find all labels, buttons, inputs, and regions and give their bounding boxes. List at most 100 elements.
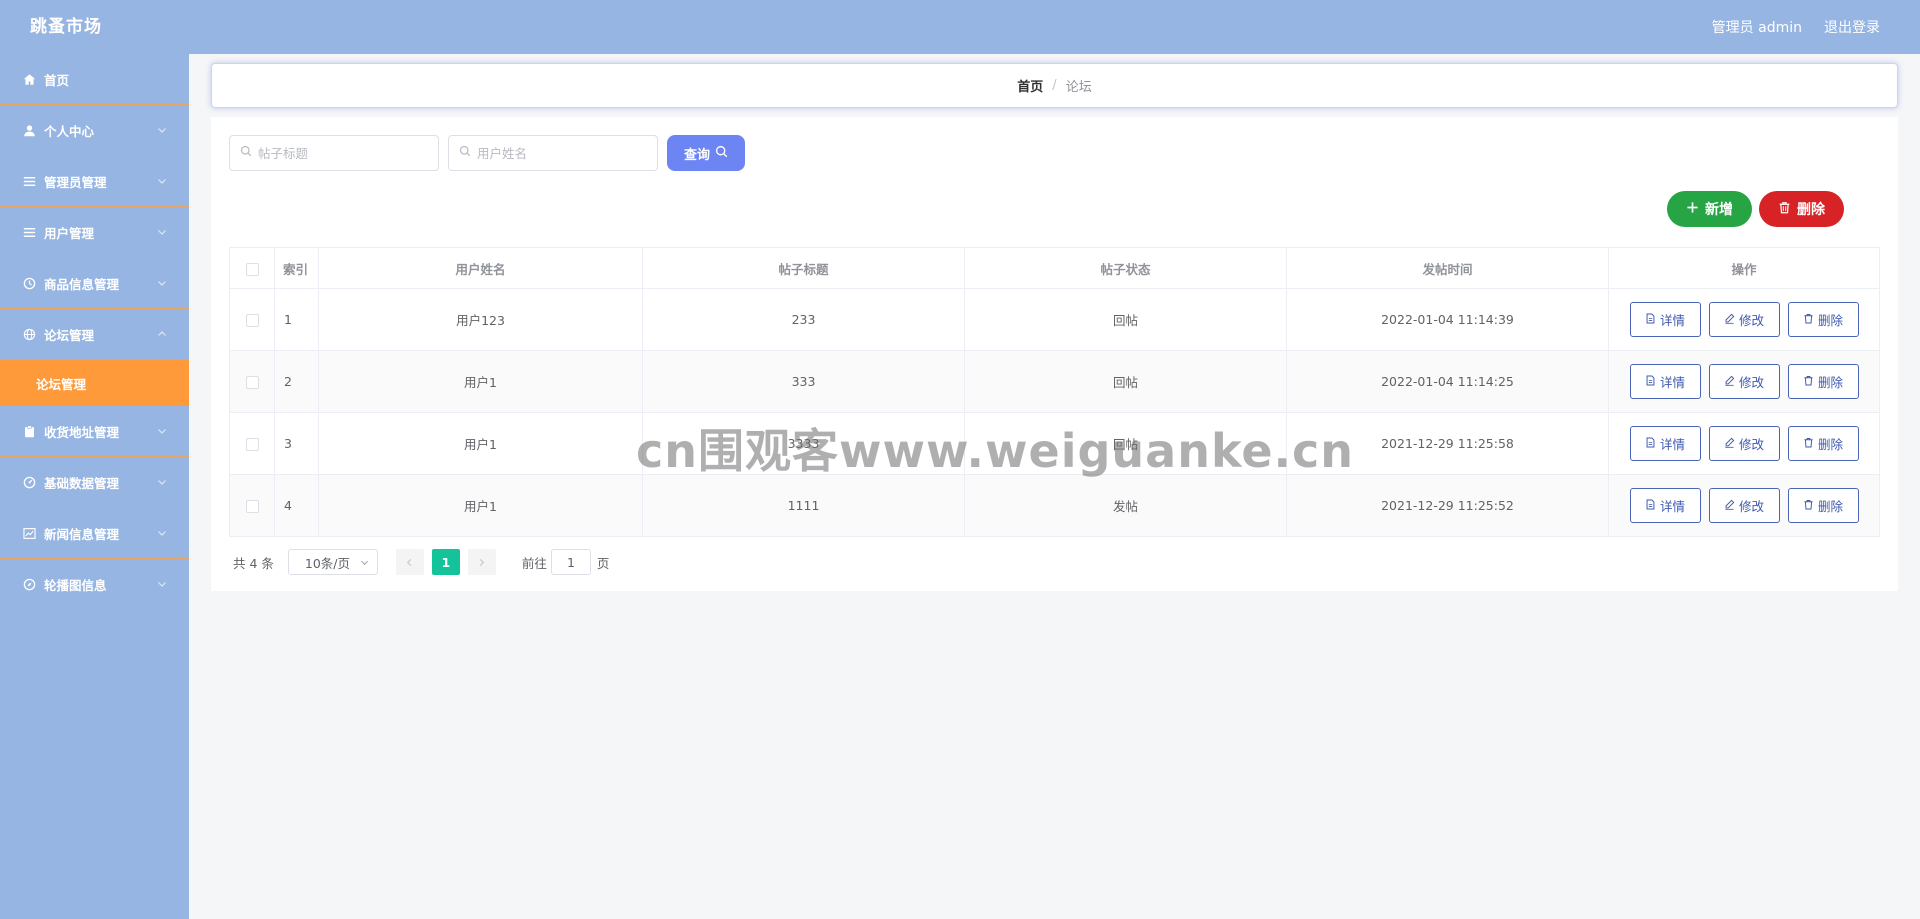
- cell-title: 233: [642, 288, 965, 351]
- admin-account-label[interactable]: 管理员 admin: [1712, 17, 1802, 37]
- chevron-down-icon: [155, 123, 169, 137]
- forum-table: 索引 用户姓名 帖子标题 帖子状态 发帖时间 操作 1 用户123 233 回帖…: [229, 247, 1880, 537]
- trash-icon: [1803, 436, 1814, 451]
- cell-status: 发帖: [964, 474, 1287, 537]
- prev-page-button[interactable]: [395, 549, 424, 575]
- sidebar-item-carousel-info[interactable]: 轮播图信息: [0, 559, 189, 610]
- detail-button[interactable]: 详情: [1629, 488, 1701, 523]
- cell-status: 回帖: [964, 350, 1287, 413]
- sidebar-item-user-mgmt[interactable]: 用户管理: [0, 207, 189, 258]
- column-header-ops: 操作: [1608, 247, 1880, 289]
- sidebar-item-label: 基础数据管理: [44, 475, 120, 491]
- edit-button[interactable]: 修改: [1708, 488, 1780, 523]
- chevron-down-icon: [155, 424, 169, 438]
- goto-page-input[interactable]: [550, 549, 591, 575]
- query-button[interactable]: 查询: [667, 135, 745, 171]
- goto-prefix: 前往: [521, 555, 547, 571]
- cell-user: 用户123: [318, 288, 643, 351]
- app-brand: 跳蚤市场: [30, 17, 102, 37]
- sidebar-item-base-data-mgmt[interactable]: 基础数据管理: [0, 457, 189, 508]
- column-header-user: 用户姓名: [318, 247, 643, 289]
- delete-button[interactable]: 删除: [1787, 302, 1859, 337]
- sidebar-item-label: 个人中心: [44, 123, 95, 139]
- row-checkbox[interactable]: [245, 438, 259, 451]
- breadcrumb: 首页 / 论坛: [211, 63, 1898, 108]
- next-page-button[interactable]: [467, 549, 496, 575]
- cell-time: 2022-01-04 11:14:39: [1286, 288, 1609, 351]
- sidebar-item-label: 新闻信息管理: [44, 526, 120, 542]
- cell-title: 1111: [642, 474, 965, 537]
- search-icon: [240, 145, 252, 161]
- add-button[interactable]: 新增: [1667, 191, 1752, 227]
- chart-icon: [22, 526, 36, 540]
- table-row: 3 用户1 3333 回帖 2021-12-29 11:25:58 详情 修改 …: [229, 412, 1880, 475]
- globe-icon: [22, 327, 36, 341]
- cell-ops: 详情 修改 删除: [1608, 412, 1880, 475]
- search-icon: [715, 145, 728, 162]
- edit-button-label: 修改: [1738, 313, 1764, 328]
- cell-time: 2021-12-29 11:25:58: [1286, 412, 1609, 475]
- select-all-checkbox[interactable]: [245, 262, 259, 276]
- cell-index: 2: [274, 350, 319, 413]
- delete-button[interactable]: 删除: [1787, 364, 1859, 399]
- batch-delete-button-label: 删除: [1797, 202, 1825, 218]
- edit-button[interactable]: 修改: [1708, 302, 1780, 337]
- row-select-cell: [229, 288, 275, 351]
- sidebar-subitem-forum[interactable]: 论坛管理: [0, 360, 189, 406]
- post-title-search-field[interactable]: [229, 135, 439, 171]
- delete-button[interactable]: 删除: [1787, 426, 1859, 461]
- user-name-search-input[interactable]: [477, 145, 647, 161]
- batch-delete-button[interactable]: 删除: [1759, 191, 1844, 227]
- chevron-down-icon: [155, 577, 169, 591]
- clipboard-icon: [22, 424, 36, 438]
- detail-button[interactable]: 详情: [1629, 302, 1701, 337]
- post-title-search-input[interactable]: [258, 145, 428, 161]
- home-icon: [22, 72, 36, 86]
- sidebar-item-goods-mgmt[interactable]: 商品信息管理: [0, 258, 189, 309]
- edit-button[interactable]: 修改: [1708, 364, 1780, 399]
- sidebar-item-address-mgmt[interactable]: 收货地址管理: [0, 406, 189, 457]
- detail-button[interactable]: 详情: [1629, 426, 1701, 461]
- header-user-area: 管理员 admin 退出登录: [1712, 0, 1880, 54]
- cell-status: 回帖: [964, 288, 1287, 351]
- table-row: 1 用户123 233 回帖 2022-01-04 11:14:39 详情 修改…: [229, 288, 1880, 351]
- user-name-search-field[interactable]: [448, 135, 658, 171]
- edit-button-label: 修改: [1738, 499, 1764, 514]
- trash-icon: [1778, 201, 1791, 218]
- sidebar-item-admin-mgmt[interactable]: 管理员管理: [0, 156, 189, 207]
- sidebar-item-home[interactable]: 首页: [0, 54, 189, 105]
- cell-index: 3: [274, 412, 319, 475]
- sidebar-item-label: 用户管理: [44, 225, 95, 241]
- document-icon: [1645, 436, 1656, 451]
- sidebar-item-forum-mgmt[interactable]: 论坛管理: [0, 309, 189, 360]
- document-icon: [1645, 312, 1656, 327]
- chevron-down-icon: [155, 526, 169, 540]
- delete-button[interactable]: 删除: [1787, 488, 1859, 523]
- page-size-select[interactable]: 10条/页: [287, 549, 378, 575]
- cell-ops: 详情 修改 删除: [1608, 288, 1880, 351]
- chevron-right-icon: [480, 558, 485, 566]
- pencil-icon: [1724, 498, 1735, 513]
- page-number-button[interactable]: 1: [431, 549, 460, 575]
- document-icon: [1645, 374, 1656, 389]
- row-checkbox[interactable]: [245, 314, 259, 327]
- table-header-row: 索引 用户姓名 帖子标题 帖子状态 发帖时间 操作: [229, 247, 1880, 289]
- breadcrumb-home-link[interactable]: 首页: [1017, 76, 1043, 95]
- detail-button[interactable]: 详情: [1629, 364, 1701, 399]
- row-checkbox[interactable]: [245, 500, 259, 513]
- sidebar-item-news-mgmt[interactable]: 新闻信息管理: [0, 508, 189, 559]
- delete-button-label: 删除: [1817, 313, 1843, 328]
- edit-button[interactable]: 修改: [1708, 426, 1780, 461]
- cell-user: 用户1: [318, 350, 643, 413]
- detail-button-label: 详情: [1659, 313, 1685, 328]
- logout-link[interactable]: 退出登录: [1824, 17, 1880, 37]
- chevron-down-icon: [155, 225, 169, 239]
- cell-status: 回帖: [964, 412, 1287, 475]
- edit-button-label: 修改: [1738, 437, 1764, 452]
- delete-button-label: 删除: [1817, 375, 1843, 390]
- sidebar-item-profile[interactable]: 个人中心: [0, 105, 189, 156]
- sidebar: 首页 个人中心 管理员管理 用户管理 商品信息管理 论坛管理 论坛管理 收货地址…: [0, 54, 189, 919]
- cell-time: 2021-12-29 11:25:52: [1286, 474, 1609, 537]
- detail-button-label: 详情: [1659, 437, 1685, 452]
- row-checkbox[interactable]: [245, 376, 259, 389]
